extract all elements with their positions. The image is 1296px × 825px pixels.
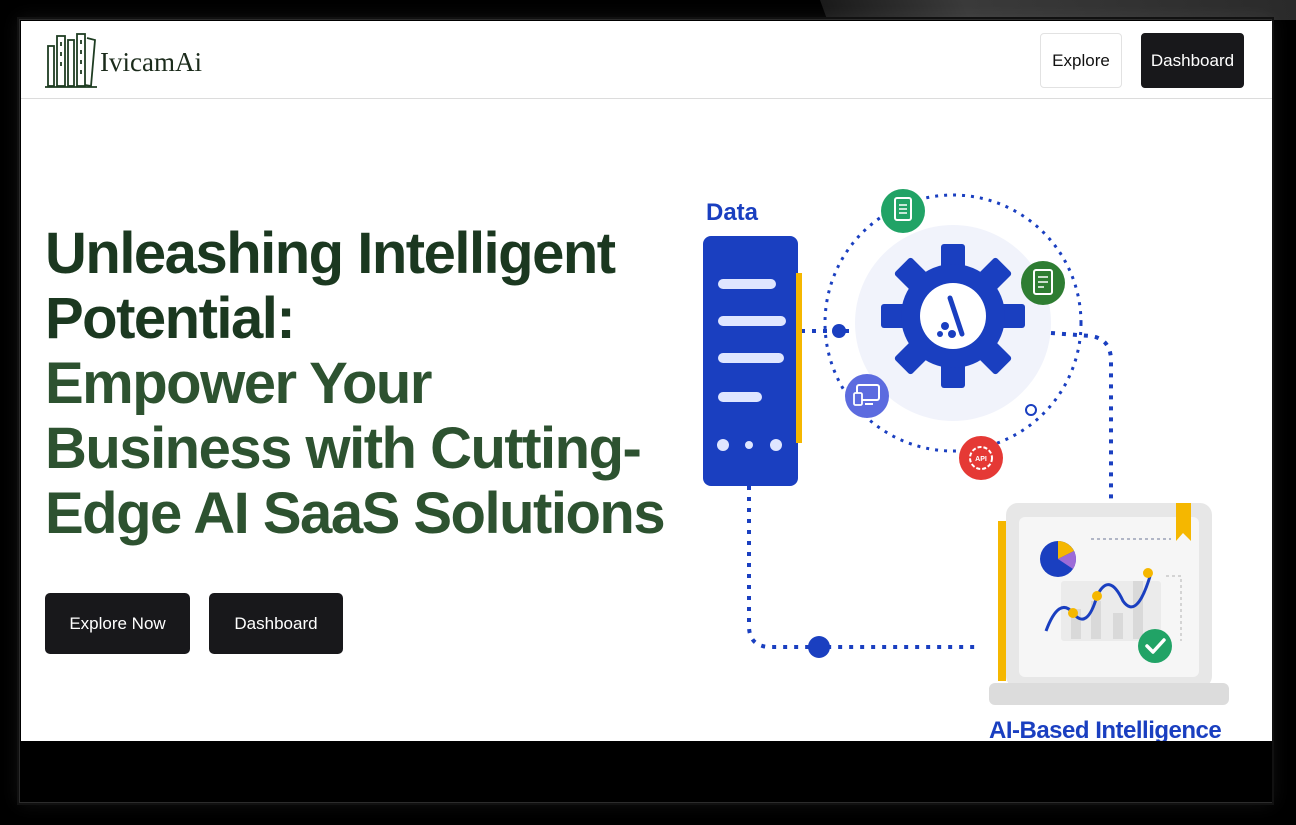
navbar: IvicamAi Explore Dashboard bbox=[21, 21, 1272, 99]
window-frame: IvicamAi Explore Dashboard Unleashing In… bbox=[19, 19, 1272, 803]
brand-logo[interactable]: IvicamAi bbox=[45, 30, 202, 90]
explore-now-button[interactable]: Explore Now bbox=[45, 593, 190, 654]
illustration-graphic: API bbox=[703, 189, 1229, 705]
connector-node bbox=[832, 324, 846, 338]
api-icon: API bbox=[959, 436, 1003, 480]
connector-node-ring bbox=[1025, 404, 1037, 416]
api-badge-text: API bbox=[975, 456, 987, 463]
ai-saas-illustration: API Data AI-Based Intelligence bbox=[661, 161, 1251, 741]
hero-title-line2: Empower Your Business with Cutting-Edge … bbox=[45, 351, 666, 546]
pie-chart-icon bbox=[1040, 541, 1076, 577]
spreadsheet-icon bbox=[1021, 261, 1065, 305]
gear-icon bbox=[881, 244, 1025, 388]
gear-to-laptop-connector bbox=[1050, 331, 1113, 501]
document-icon bbox=[881, 189, 925, 233]
data-label: Data bbox=[706, 199, 759, 226]
nav-explore-button[interactable]: Explore bbox=[1040, 33, 1122, 88]
hero-dashboard-button[interactable]: Dashboard bbox=[209, 593, 343, 654]
brand-name: IvicamAi bbox=[100, 46, 202, 77]
backdrop-stripe bbox=[820, 0, 1296, 20]
server-to-laptop-connector bbox=[747, 486, 981, 649]
laptop-icon bbox=[989, 503, 1229, 705]
hero-title-line1: Unleashing Intelligent Potential: bbox=[45, 221, 616, 351]
devices-icon bbox=[845, 374, 889, 418]
ai-based-intelligence-label: AI-Based Intelligence bbox=[989, 717, 1222, 741]
hero-title: Unleashing Intelligent Potential: Empowe… bbox=[45, 221, 666, 546]
check-icon bbox=[1138, 629, 1172, 663]
web-page: IvicamAi Explore Dashboard Unleashing In… bbox=[21, 21, 1272, 741]
connector-node-large bbox=[808, 636, 830, 658]
nav-dashboard-button[interactable]: Dashboard bbox=[1141, 33, 1244, 88]
server-icon bbox=[703, 236, 802, 486]
bottom-band bbox=[21, 741, 1272, 802]
bookshelf-logo-icon bbox=[45, 33, 97, 88]
